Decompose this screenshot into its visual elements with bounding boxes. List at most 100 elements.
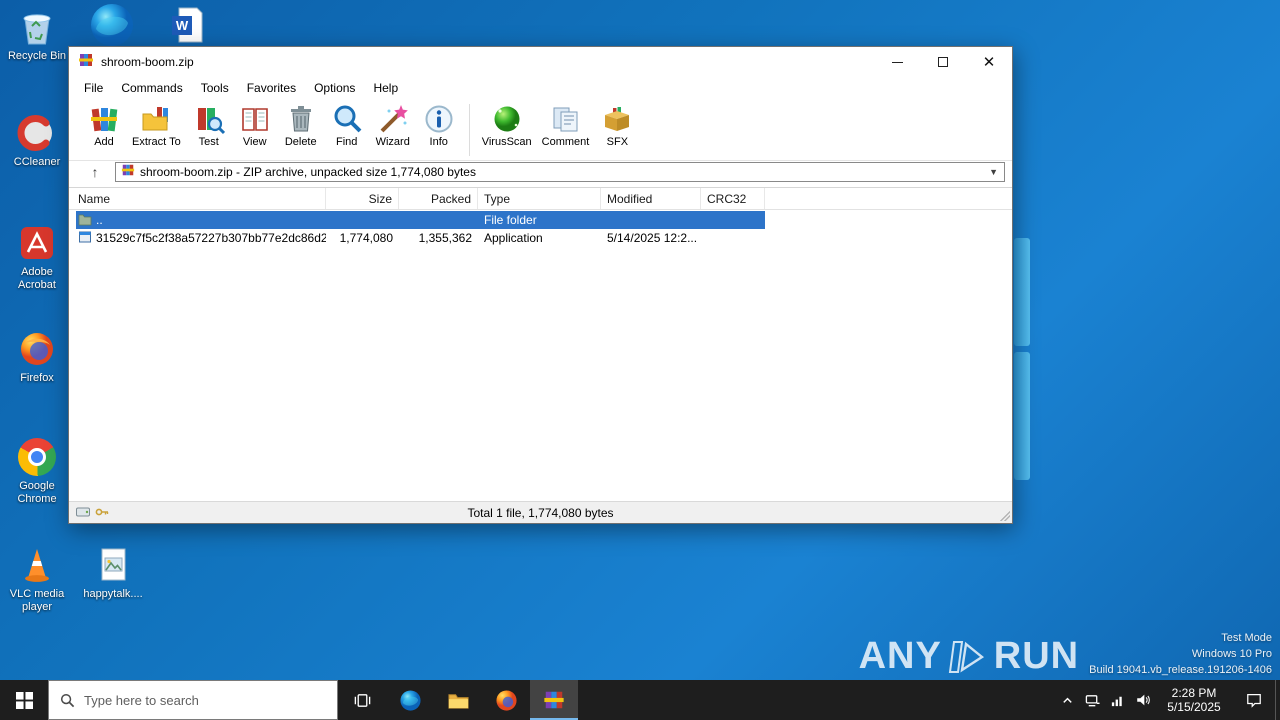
delete-icon [285, 103, 317, 135]
maximize-button[interactable] [920, 47, 966, 77]
wifi-status-button[interactable] [1105, 680, 1130, 720]
file-list-panel: Name Size Packed Type Modified CRC32 .. [69, 187, 1012, 501]
anyrun-watermark: ANY RUN Test Mode Windows 10 Pro Build 1… [859, 630, 1272, 678]
system-tray: 2:28 PM 5/15/2025 [1055, 680, 1280, 720]
chevron-down-icon[interactable]: ▼ [989, 167, 999, 177]
resize-grip[interactable] [1000, 511, 1010, 521]
file-rows: .. File folder 31529c7f5c2f38a57227b307b… [69, 210, 1012, 501]
wizard-icon [377, 103, 409, 135]
menu-tools[interactable]: Tools [192, 79, 238, 97]
firefox-icon [495, 689, 517, 711]
desktop-icon-edge[interactable] [86, 2, 138, 48]
wizard-button[interactable]: Wizard [370, 101, 416, 148]
taskbar: Type here to search 2:28 PM 5/15/2025 [0, 680, 1280, 720]
desktop-icon-google-chrome[interactable]: Google Chrome [4, 436, 70, 506]
task-view-icon [354, 693, 370, 707]
info-button[interactable]: Info [416, 101, 462, 148]
menu-options[interactable]: Options [305, 79, 364, 97]
desktop-icon-adobe-acrobat[interactable]: Adobe Acrobat [4, 222, 70, 292]
column-header-name[interactable]: Name [76, 188, 326, 209]
menu-commands[interactable]: Commands [112, 79, 191, 97]
desktop-icon-firefox[interactable]: Firefox [4, 328, 70, 385]
sfx-button[interactable]: SFX [594, 101, 640, 148]
taskbar-winrar-button[interactable] [530, 680, 578, 720]
find-icon [331, 103, 363, 135]
taskbar-clock[interactable]: 2:28 PM 5/15/2025 [1155, 686, 1233, 714]
extract-to-button[interactable]: Extract To [127, 101, 186, 148]
close-button[interactable]: ✕ [966, 47, 1012, 77]
toolbar: Add Extract To Test View Delete Find Wiz… [69, 99, 1012, 161]
add-button[interactable]: Add [81, 101, 127, 148]
desktop-icon-word-document[interactable]: W [162, 4, 214, 46]
column-header-size[interactable]: Size [326, 188, 399, 209]
network-status-button[interactable] [1080, 680, 1105, 720]
menu-file[interactable]: File [75, 79, 112, 97]
vlc-icon [16, 544, 58, 586]
file-size: 1,774,080 [339, 231, 393, 245]
anyrun-logo: ANY RUN [859, 635, 1080, 678]
taskbar-edge-button[interactable] [386, 680, 434, 720]
hidden-icons-button[interactable] [1055, 680, 1080, 720]
desktop-icon-ccleaner[interactable]: CCleaner [4, 112, 70, 169]
taskbar-file-explorer-button[interactable] [434, 680, 482, 720]
desktop-icon-label: Firefox [20, 372, 54, 384]
view-button[interactable]: View [232, 101, 278, 148]
desktop-icon-happytalk[interactable]: happytalk.... [80, 544, 146, 601]
taskbar-search[interactable]: Type here to search [48, 680, 338, 720]
delete-button[interactable]: Delete [278, 101, 324, 148]
virusscan-button[interactable]: VirusScan [477, 101, 537, 148]
find-button[interactable]: Find [324, 101, 370, 148]
address-row: ↑ shroom-boom.zip - ZIP archive, unpacke… [69, 161, 1012, 187]
virusscan-icon [491, 103, 523, 135]
column-header-crc32[interactable]: CRC32 [701, 188, 765, 209]
column-header-type[interactable]: Type [478, 188, 601, 209]
taskbar-firefox-button[interactable] [482, 680, 530, 720]
file-size [326, 211, 399, 229]
column-header-packed[interactable]: Packed [399, 188, 478, 209]
comment-button[interactable]: Comment [537, 101, 595, 148]
application-file-icon [78, 230, 92, 247]
desktop-icon-vlc[interactable]: VLC media player [4, 544, 70, 614]
windows-logo-icon [15, 691, 33, 709]
speaker-icon [1136, 694, 1150, 706]
column-header-modified[interactable]: Modified [601, 188, 701, 209]
desktop-icon-recycle-bin[interactable]: Recycle Bin [4, 6, 70, 63]
file-type: Application [484, 231, 543, 245]
action-center-icon [1247, 694, 1261, 708]
view-icon [239, 103, 271, 135]
file-row-parent-dir[interactable]: .. File folder [76, 211, 765, 229]
title-bar[interactable]: shroom-boom.zip ✕ [69, 47, 1012, 77]
address-combobox[interactable]: shroom-boom.zip - ZIP archive, unpacked … [115, 162, 1005, 182]
menu-favorites[interactable]: Favorites [238, 79, 305, 97]
search-placeholder: Type here to search [84, 692, 199, 708]
start-button[interactable] [0, 680, 48, 720]
up-one-level-button[interactable]: ↑ [82, 162, 108, 182]
volume-button[interactable] [1130, 680, 1155, 720]
minimize-button[interactable] [874, 47, 920, 77]
file-crc32 [701, 211, 765, 229]
test-button[interactable]: Test [186, 101, 232, 148]
clock-date: 5/15/2025 [1167, 700, 1221, 714]
watermark-mode: Test Mode [1221, 632, 1272, 644]
image-file-icon [92, 544, 134, 586]
task-view-button[interactable] [338, 680, 386, 720]
test-icon [193, 103, 225, 135]
chevron-up-icon [1063, 697, 1072, 703]
file-modified: 5/14/2025 12:2... [607, 231, 698, 245]
wallpaper-beam [1014, 352, 1030, 480]
anyrun-logo-run: RUN [993, 635, 1080, 677]
show-desktop-button[interactable] [1275, 680, 1280, 720]
file-packed: 1,355,362 [418, 231, 472, 245]
watermark-info: Test Mode Windows 10 Pro Build 19041.vb_… [1089, 630, 1272, 678]
anyrun-logo-any: ANY [858, 635, 942, 677]
file-name: 31529c7f5c2f38a57227b307bb77e2dc86d28... [96, 231, 326, 245]
menu-help[interactable]: Help [364, 79, 407, 97]
status-total: Total 1 file, 1,774,080 bytes [467, 505, 614, 520]
action-center-button[interactable] [1233, 680, 1275, 720]
sfx-icon [601, 103, 633, 135]
file-explorer-icon [447, 693, 469, 709]
file-crc32 [701, 229, 765, 247]
file-row-archive-entry[interactable]: 31529c7f5c2f38a57227b307bb77e2dc86d28...… [76, 229, 765, 247]
desktop-icon-label: VLC media player [9, 588, 65, 613]
column-headers: Name Size Packed Type Modified CRC32 [69, 188, 1012, 210]
